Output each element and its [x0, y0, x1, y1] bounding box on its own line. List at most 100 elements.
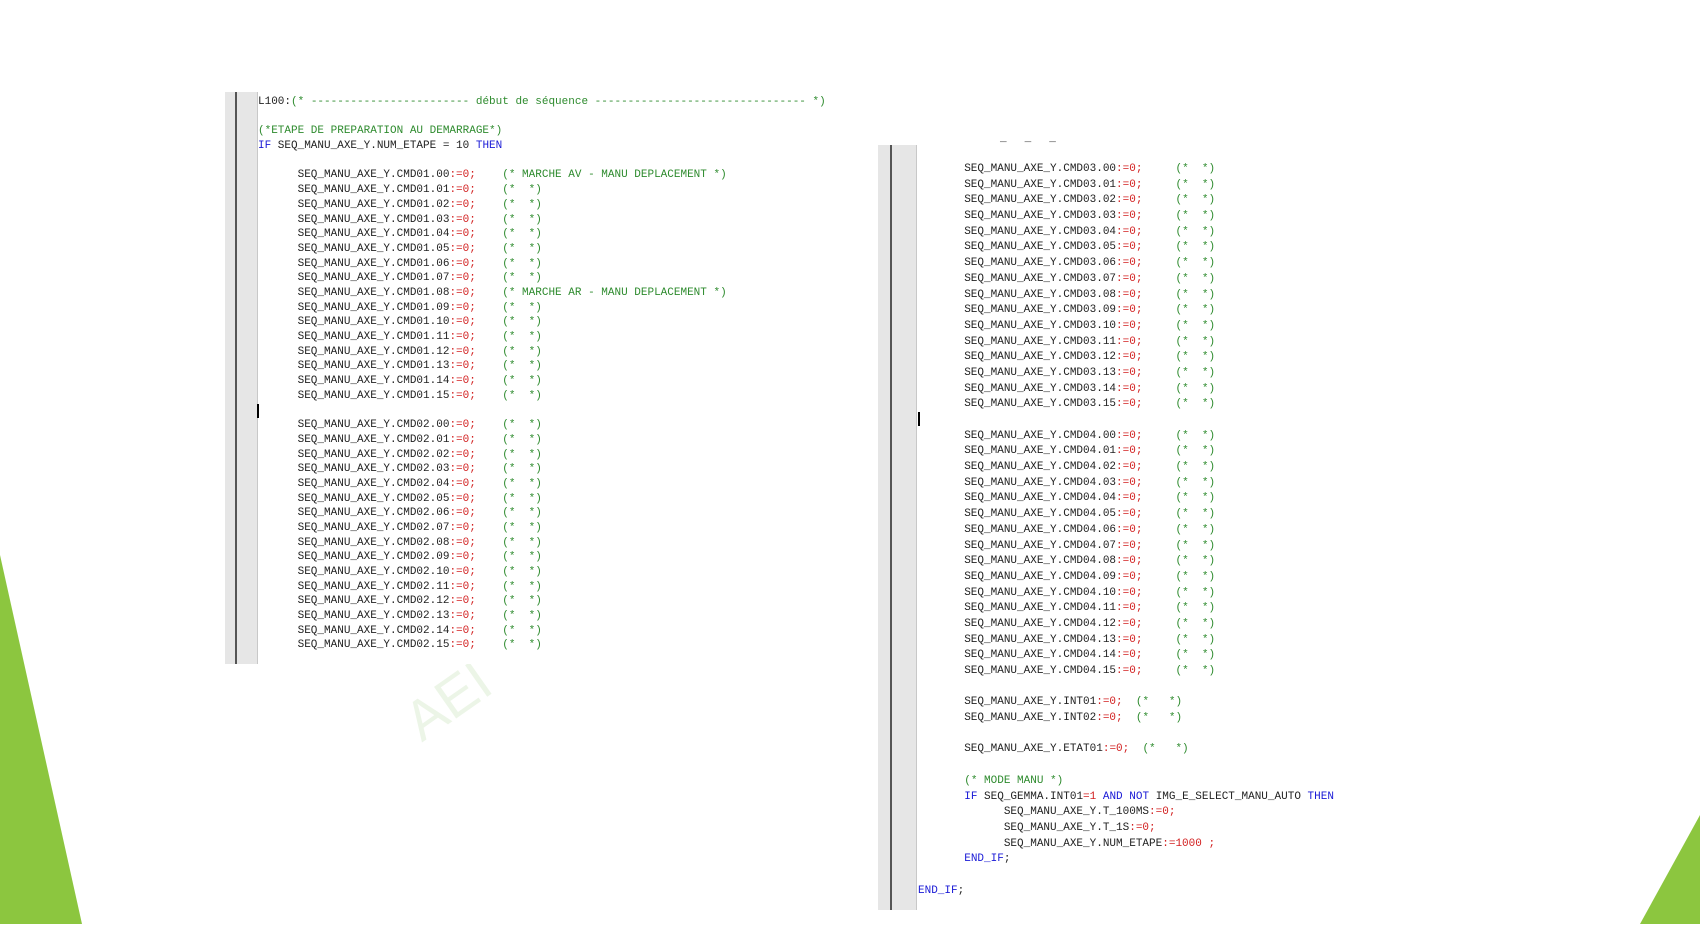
- code-token: (* *): [502, 595, 542, 608]
- code-token: :=0;: [449, 286, 476, 299]
- code-token: :=0;: [1116, 555, 1143, 568]
- code-token: SEQ_MANU_AXE_Y.CMD04.07: [918, 539, 1117, 552]
- code-token: :=0;: [1116, 351, 1143, 364]
- code-line: SEQ_MANU_AXE_Y.CMD02.02:=0; (* *): [258, 448, 826, 463]
- code-line: SEQ_MANU_AXE_Y.CMD02.07:=0; (* *): [258, 521, 826, 536]
- code-line: SEQ_MANU_AXE_Y.CMD01.15:=0; (* *): [258, 389, 826, 404]
- code-token: :=0;: [449, 184, 476, 197]
- code-token: AND: [1102, 790, 1123, 803]
- clipped-text-fragment: ___: [1000, 133, 1074, 145]
- code-line: SEQ_MANU_AXE_Y.CMD04.03:=0; (* *): [918, 476, 1334, 492]
- code-token: :=0;: [1116, 241, 1143, 254]
- code-token: :=0;: [1116, 272, 1143, 285]
- code-token: :=0;: [1116, 508, 1143, 521]
- code-token: SEQ_MANU_AXE_Y.CMD02.04: [258, 477, 450, 490]
- code-token: :=0;: [449, 610, 476, 623]
- code-token: :=0;: [1116, 492, 1143, 505]
- code-line: SEQ_MANU_AXE_Y.CMD04.08:=0; (* *): [918, 554, 1334, 570]
- code-line: SEQ_MANU_AXE_Y.CMD02.10:=0; (* *): [258, 565, 826, 580]
- code-editor-right[interactable]: SEQ_MANU_AXE_Y.CMD03.00 :=0; (* *) SEQ_MA…: [878, 145, 1438, 910]
- code-line: SEQ_MANU_AXE_Y.CMD01.05:=0; (* *): [258, 242, 826, 257]
- code-token: SEQ_MANU_AXE_Y.NUM_ETAPE: [918, 837, 1163, 850]
- code-token: (* *): [1175, 586, 1216, 599]
- code-token: SEQ_MANU_AXE_Y.CMD01.03: [258, 213, 450, 226]
- code-text-right[interactable]: SEQ_MANU_AXE_Y.CMD03.00 :=0; (* *) SEQ_MA…: [918, 162, 1334, 899]
- code-token: SEQ_MANU_AXE_Y.CMD03.12: [918, 351, 1117, 364]
- code-token: SEQ_MANU_AXE_Y.CMD01.06: [258, 257, 450, 270]
- code-token: (* *): [1175, 617, 1216, 630]
- code-token: (* *): [502, 228, 542, 241]
- code-token: :=0;: [449, 419, 476, 432]
- green-triangle-right: [1640, 815, 1700, 924]
- code-line: SEQ_MANU_AXE_Y.CMD02.06:=0; (* *): [258, 506, 826, 521]
- code-token: :=0;: [1116, 304, 1143, 317]
- code-token: SEQ_MANU_AXE_Y.CMD04.14: [918, 649, 1117, 662]
- code-token: :=0;: [449, 551, 476, 564]
- code-line: SEQ_MANU_AXE_Y.CMD01.11:=0; (* *): [258, 330, 826, 345]
- code-token: (* *): [1175, 476, 1216, 489]
- code-token: :=0;: [449, 228, 476, 241]
- code-token: (* *): [502, 213, 542, 226]
- code-token: (* *): [1175, 461, 1216, 474]
- code-token: SEQ_MANU_AXE_Y.CMD04.06: [918, 523, 1117, 536]
- code-token: (* *): [502, 477, 542, 490]
- code-token: (* *): [1175, 523, 1216, 536]
- code-line: SEQ_MANU_AXE_Y.CMD01.13:=0; (* *): [258, 359, 826, 374]
- code-line: SEQ_MANU_AXE_Y.CMD02.12:=0; (* *): [258, 594, 826, 609]
- code-token: SEQ_MANU_AXE_Y.CMD02.03: [258, 463, 450, 476]
- code-token: SEQ_MANU_AXE_Y.CMD04.11: [918, 602, 1117, 615]
- code-token: SEQ_MANU_AXE_Y.CMD04.05: [918, 508, 1117, 521]
- code-token: THEN: [475, 140, 503, 153]
- code-token: (* *): [1135, 696, 1183, 709]
- code-line: SEQ_MANU_AXE_Y.CMD01.01:=0; (* *): [258, 183, 826, 198]
- code-token: (* *): [502, 345, 542, 358]
- code-token: IF: [258, 140, 272, 153]
- code-line: SEQ_MANU_AXE_Y.CMD03.03:=0; (* *): [918, 209, 1334, 225]
- code-token: SEQ_MANU_AXE_Y.CMD04.10: [918, 586, 1117, 599]
- code-token: :=0;: [449, 301, 476, 314]
- code-editor-left[interactable]: L100:(* ------------------------ début d…: [225, 92, 905, 664]
- code-line: SEQ_MANU_AXE_Y.CMD02.13:=0; (* *): [258, 609, 826, 624]
- code-token: (* *): [502, 301, 542, 314]
- code-token: (* *): [502, 551, 542, 564]
- code-token: SEQ_MANU_AXE_Y.CMD02.12: [258, 595, 450, 608]
- code-token: (* *): [1175, 445, 1216, 458]
- code-token: :=0;: [449, 580, 476, 593]
- code-line: SEQ_MANU_AXE_Y.CMD03.10:=0; (* *): [918, 319, 1334, 335]
- code-token: SEQ_MANU_AXE_Y.CMD04.15: [918, 665, 1117, 677]
- code-line: SEQ_MANU_AXE_Y.CMD02.15:=0; (* *): [258, 638, 826, 653]
- code-token: SEQ_MANU_AXE_Y.CMD02.11: [258, 580, 450, 593]
- code-line: END_IF;: [918, 852, 1334, 868]
- code-token: (* *): [1175, 210, 1216, 223]
- code-token: SEQ_MANU_AXE_Y.T_100MS: [918, 806, 1150, 819]
- code-text-left[interactable]: L100:(* ------------------------ début d…: [258, 95, 826, 653]
- code-token: :=0;: [449, 477, 476, 490]
- code-token: (* *): [502, 360, 542, 373]
- code-line: SEQ_MANU_AXE_Y.CMD03.08:=0; (* *): [918, 288, 1334, 304]
- code-token: SEQ_MANU_AXE_Y.CMD03.00: [918, 163, 1117, 175]
- code-token: (* *): [1175, 335, 1216, 348]
- code-token: :=0;: [1116, 429, 1143, 442]
- code-line: SEQ_MANU_AXE_Y.CMD04.05:=0; (* *): [918, 507, 1334, 523]
- code-line: END_IF;: [918, 884, 1334, 900]
- code-line: SEQ_MANU_AXE_Y.NUM_ETAPE:=1000 ;: [918, 837, 1334, 853]
